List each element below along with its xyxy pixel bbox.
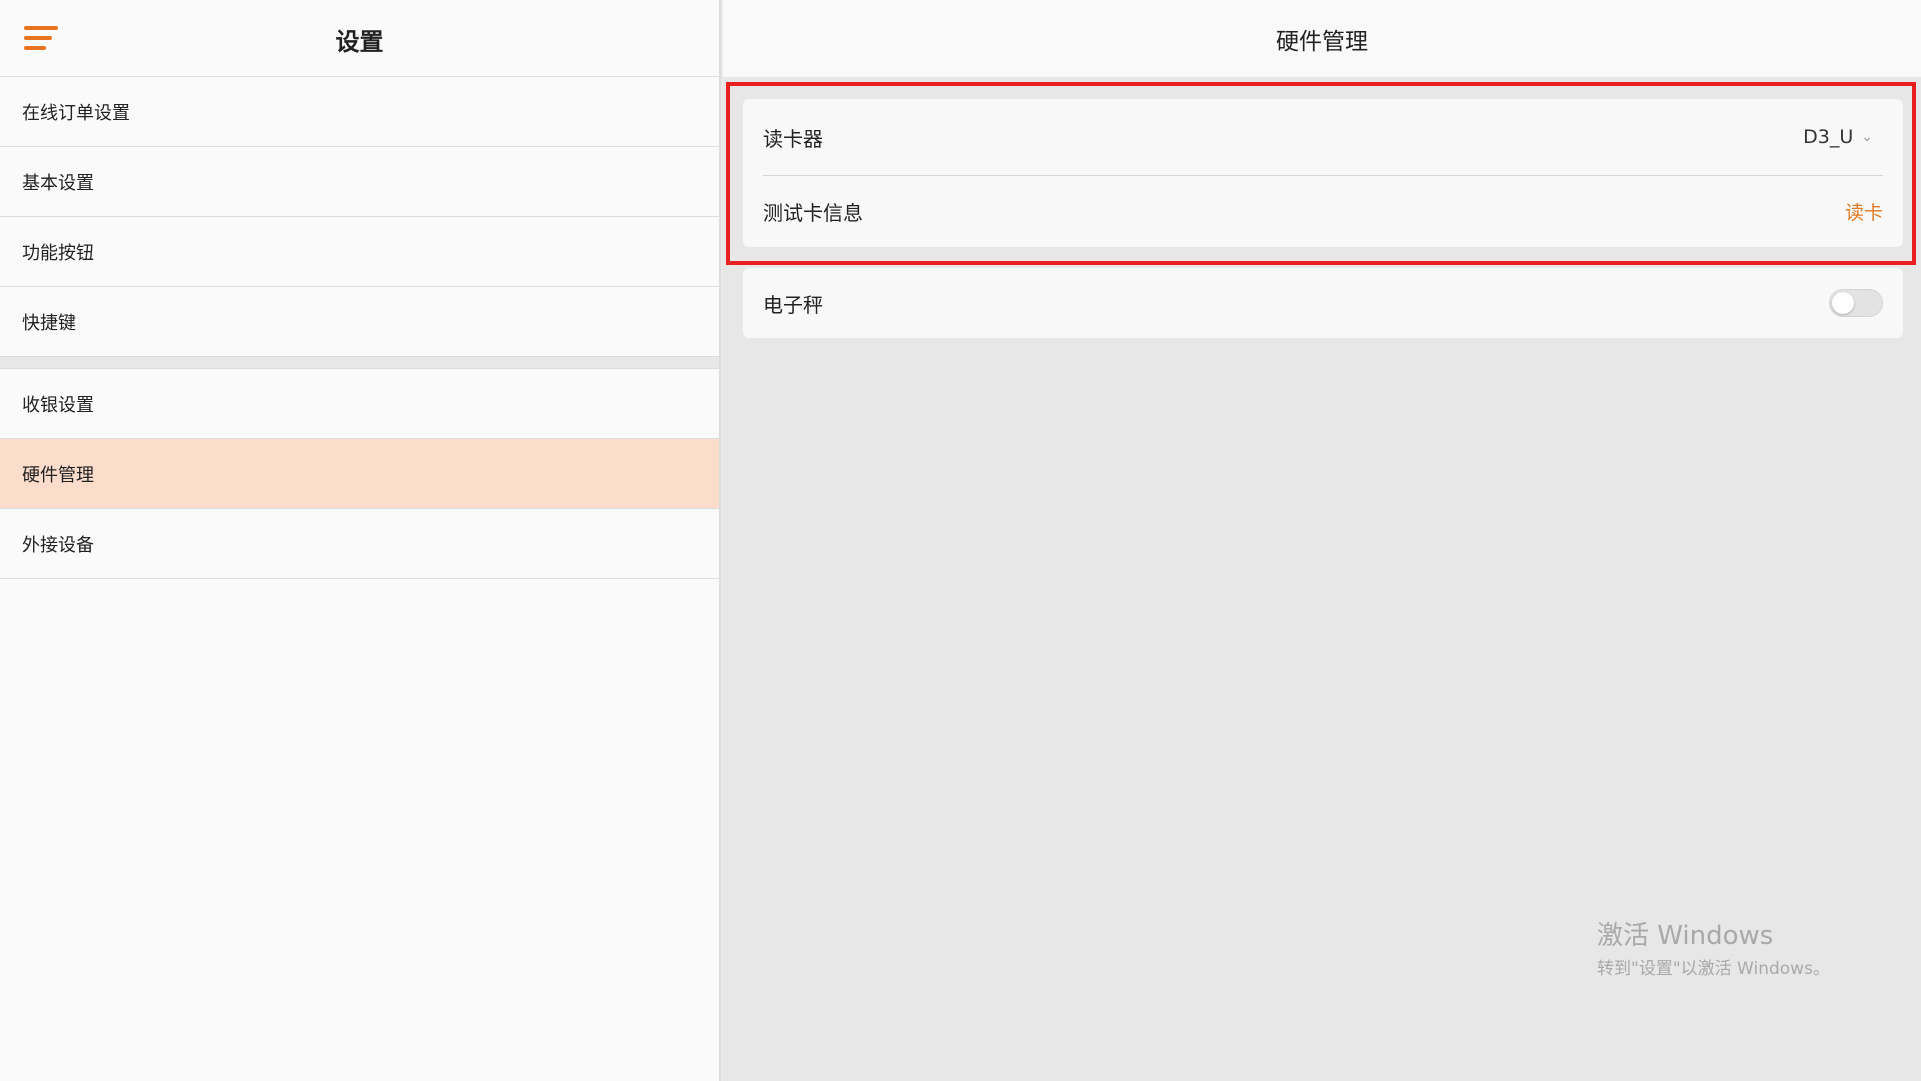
sidebar-item-function-buttons[interactable]: 功能按钮 <box>0 217 719 287</box>
scale-toggle[interactable] <box>1829 289 1883 317</box>
windows-activation-watermark: 激活 Windows 转到"设置"以激活 Windows。 <box>1597 915 1830 979</box>
app-window: 设置 在线订单设置 基本设置 功能按钮 快捷键 收银设置 硬件管理 外接设备 硬… <box>0 0 1921 1081</box>
sidebar-item-cashier[interactable]: 收银设置 <box>0 369 719 439</box>
card-reader-card: 读卡器 D3_U ⌄ 测试卡信息 读卡 <box>743 99 1903 247</box>
sidebar-item-label: 硬件管理 <box>22 464 94 486</box>
sidebar-item-shortcuts[interactable]: 快捷键 <box>0 287 719 357</box>
watermark-subtitle: 转到"设置"以激活 Windows。 <box>1597 959 1830 979</box>
nav-group-1: 在线订单设置 基本设置 功能按钮 快捷键 <box>0 77 719 357</box>
scale-label: 电子秤 <box>763 292 823 317</box>
sidebar-item-label: 快捷键 <box>22 312 76 334</box>
card-reader-select[interactable]: D3_U ⌄ <box>1803 126 1883 148</box>
watermark-title: 激活 Windows <box>1597 921 1774 951</box>
nav-divider <box>0 357 719 369</box>
sidebar-item-hardware[interactable]: 硬件管理 <box>0 439 719 509</box>
card-reader-value: D3_U <box>1803 126 1854 148</box>
sidebar-item-external-devices[interactable]: 外接设备 <box>0 509 719 579</box>
settings-sidebar: 设置 在线订单设置 基本设置 功能按钮 快捷键 收银设置 硬件管理 外接设备 <box>0 0 721 1081</box>
read-card-button[interactable]: 读卡 <box>1845 198 1883 225</box>
nav-group-2: 收银设置 硬件管理 外接设备 <box>0 369 719 579</box>
scale-card: 电子秤 <box>743 268 1903 338</box>
card-reader-label: 读卡器 <box>763 126 823 151</box>
card-reader-row: 读卡器 D3_U ⌄ <box>763 99 1883 176</box>
sidebar-item-label: 外接设备 <box>22 534 94 556</box>
test-card-label: 测试卡信息 <box>763 201 863 225</box>
toggle-knob <box>1832 292 1854 314</box>
sidebar-item-label: 收银设置 <box>22 394 94 416</box>
sidebar-item-online-order[interactable]: 在线订单设置 <box>0 77 719 147</box>
scale-row: 电子秤 <box>743 268 1903 338</box>
test-card-row: 测试卡信息 读卡 <box>743 176 1903 247</box>
page-title: 硬件管理 <box>723 0 1921 77</box>
chevron-down-icon: ⌄ <box>1861 129 1873 145</box>
sidebar-title: 设置 <box>335 28 384 56</box>
sidebar-item-label: 在线订单设置 <box>22 102 130 124</box>
sidebar-item-label: 基本设置 <box>22 172 94 194</box>
sidebar-header: 设置 <box>0 0 719 77</box>
sidebar-item-label: 功能按钮 <box>22 242 94 264</box>
sidebar-item-basic[interactable]: 基本设置 <box>0 147 719 217</box>
